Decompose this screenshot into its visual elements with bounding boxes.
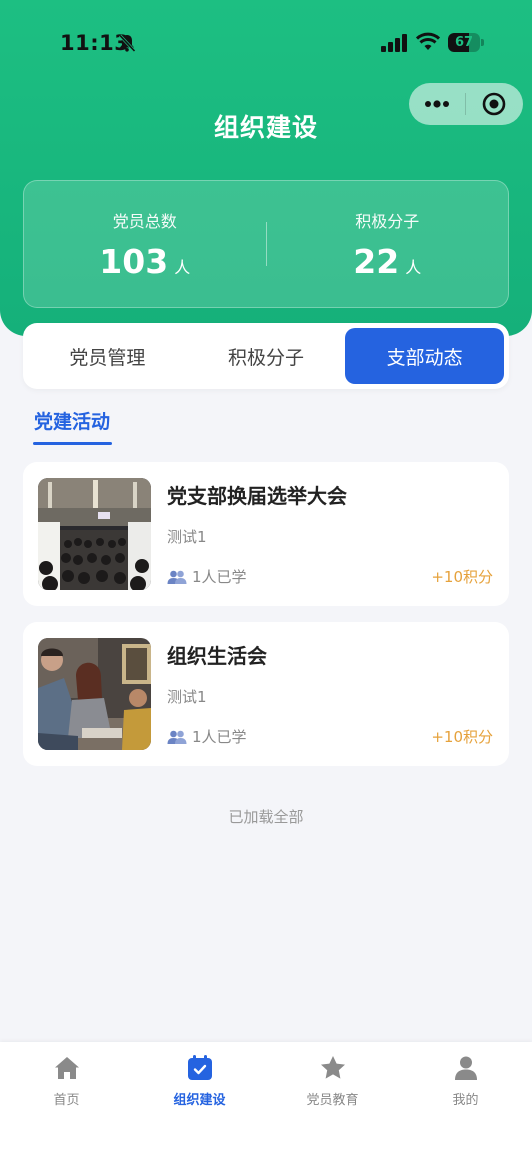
bottom-nav: 首页 组织建设 党员教育 我的	[0, 1042, 532, 1157]
battery-level: 67	[454, 35, 474, 50]
activity-title: 党支部换届选举大会	[167, 484, 347, 508]
status-bar: 11:13 67	[0, 0, 532, 86]
nav-item-mine[interactable]: 我的	[399, 1042, 532, 1157]
section-underline	[33, 442, 112, 445]
nav-item-education[interactable]: 党员教育	[266, 1042, 399, 1157]
nav-item-home[interactable]: 首页	[0, 1042, 133, 1157]
activity-thumbnail	[38, 638, 151, 750]
stat-activists: 积极分子 22 人	[267, 208, 509, 281]
nav-item-organization[interactable]: 组织建设	[133, 1042, 266, 1157]
star-icon	[320, 1056, 345, 1079]
activity-card[interactable]: 组织生活会 测试1 1人已学 +10积分	[23, 622, 509, 766]
wifi-icon	[416, 32, 440, 50]
calendar-icon	[187, 1055, 212, 1080]
user-icon	[454, 1056, 477, 1080]
stat-unit: 人	[405, 257, 422, 277]
stat-value: 22	[353, 241, 400, 281]
nav-label: 我的	[452, 1093, 479, 1108]
activity-points: +10积分	[431, 568, 493, 586]
stat-value: 103	[99, 241, 169, 281]
tab-bar: 党员管理 积极分子 支部动态	[23, 323, 509, 389]
activity-card[interactable]: 党支部换届选举大会 测试1 1人已学 +10积分	[23, 462, 509, 606]
activity-description: 测试1	[167, 528, 207, 546]
stat-members: 党员总数 103 人	[24, 208, 266, 281]
load-all-text: 已加载全部	[228, 808, 304, 826]
section-title[interactable]: 党建活动	[34, 407, 110, 434]
bell-muted-icon	[118, 34, 136, 53]
activity-learned: 1人已学	[167, 566, 247, 587]
activity-title: 组织生活会	[167, 644, 267, 668]
signal-icon	[381, 34, 407, 52]
learned-count: 1人已学	[192, 728, 247, 746]
people-icon	[167, 570, 187, 584]
learned-count: 1人已学	[192, 568, 247, 586]
activity-description: 测试1	[167, 688, 207, 706]
page-title: 组织建设	[213, 113, 318, 142]
stat-label: 积极分子	[355, 211, 420, 231]
nav-label: 组织建设	[173, 1093, 226, 1108]
nav-label: 首页	[53, 1093, 80, 1108]
tab-activists[interactable]: 积极分子	[187, 328, 346, 384]
people-icon	[167, 730, 187, 744]
tab-branch-news[interactable]: 支部动态	[345, 328, 505, 384]
more-dots-icon	[425, 100, 449, 108]
stat-label: 党员总数	[112, 211, 177, 231]
activity-thumbnail	[38, 478, 151, 590]
nav-label: 党员教育	[306, 1093, 359, 1108]
home-icon	[54, 1057, 79, 1079]
stat-unit: 人	[174, 257, 191, 277]
stats-card: 党员总数 103 人 积极分子 22 人	[23, 180, 509, 308]
tab-member-management[interactable]: 党员管理	[28, 328, 187, 384]
activity-points: +10积分	[431, 728, 493, 746]
battery-icon: 67	[448, 33, 484, 52]
activity-learned: 1人已学	[167, 726, 247, 747]
